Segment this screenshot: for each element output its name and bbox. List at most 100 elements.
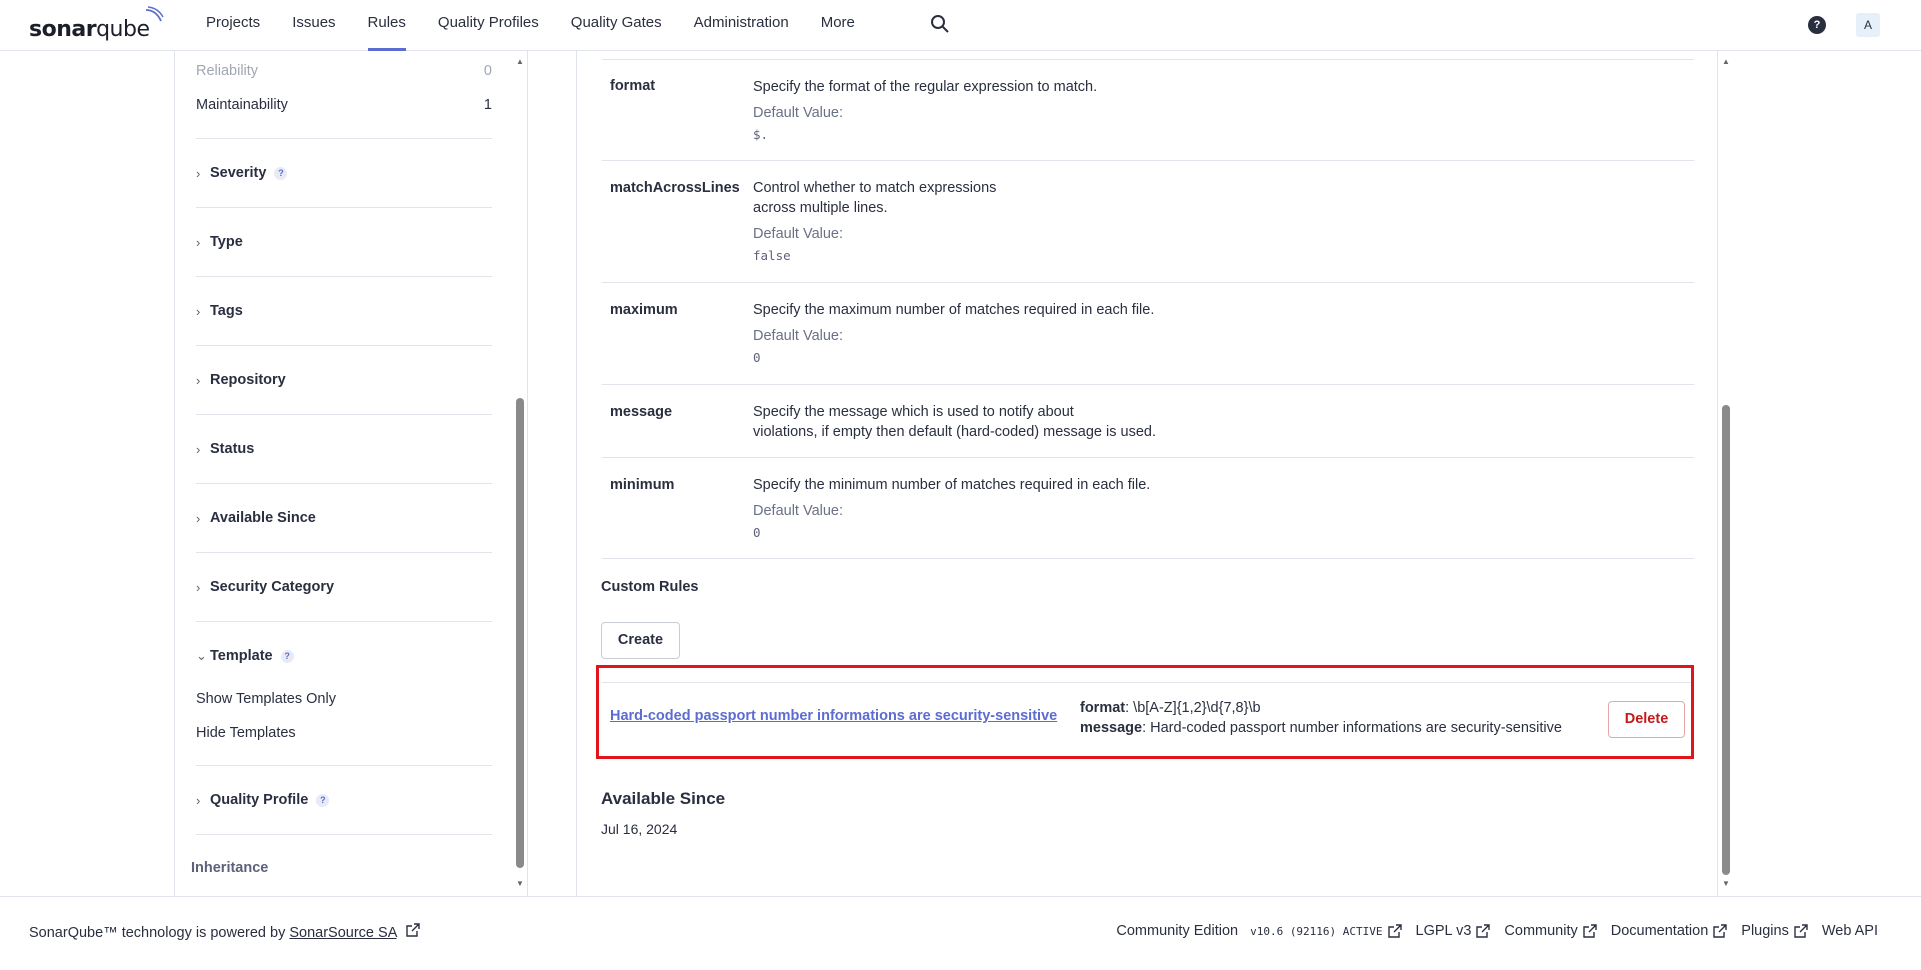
chevron-right-icon: › <box>196 372 201 388</box>
facet-maintainability-count: 1 <box>483 97 492 113</box>
facet-repository[interactable]: › Repository <box>196 345 492 414</box>
scroll-down-arrow-icon[interactable]: ▼ <box>1720 879 1732 889</box>
facet-quality-profile[interactable]: › Quality Profile ? <box>196 765 492 834</box>
create-custom-rule-button[interactable]: Create <box>601 622 680 659</box>
facet-template-label: Template <box>210 648 273 664</box>
chevron-down-icon: ⌄ <box>196 648 207 663</box>
param-row: message Specify the message which is use… <box>602 384 1694 457</box>
facet-divider <box>196 834 492 835</box>
footer-edition: Community Edition <box>1116 923 1239 939</box>
footer-link-community[interactable]: Community <box>1504 923 1597 939</box>
param-name: matchAcrossLines <box>610 180 740 196</box>
nav-quality-profiles[interactable]: Quality Profiles <box>422 0 555 51</box>
facet-type[interactable]: › Type <box>196 207 492 276</box>
param-description-line-2: across multiple lines. <box>753 200 888 216</box>
template-option-hide[interactable]: Hide Templates <box>196 725 296 741</box>
facet-maintainability[interactable]: Maintainability 1 <box>196 97 492 113</box>
help-icon[interactable]: ? <box>274 166 288 180</box>
custom-rules-title: Custom Rules <box>601 579 699 595</box>
chevron-right-icon: › <box>196 165 201 181</box>
logo-text-bold: sonar <box>29 17 97 42</box>
external-link-icon <box>405 923 420 937</box>
footer-link-web-api[interactable]: Web API <box>1822 923 1878 939</box>
footer-link-documentation-label: Documentation <box>1610 923 1709 939</box>
param-name: minimum <box>610 477 675 493</box>
param-description: Control whether to match expressions <box>753 180 997 196</box>
external-link-icon <box>1476 924 1491 938</box>
scroll-up-arrow-icon[interactable]: ▲ <box>1720 57 1732 67</box>
facet-security-category[interactable]: › Security Category <box>196 552 492 621</box>
facet-inheritance-label[interactable]: Inheritance <box>191 860 268 876</box>
param-row: minimum Specify the minimum number of ma… <box>602 457 1694 559</box>
search-icon[interactable] <box>930 14 950 34</box>
facet-type-label: Type <box>210 234 243 250</box>
param-name: maximum <box>610 302 678 318</box>
footer-link-documentation[interactable]: Documentation <box>1611 923 1728 939</box>
logo-waves-icon <box>145 6 164 22</box>
external-link-icon <box>1713 924 1727 938</box>
available-since-title: Available Since <box>601 789 726 808</box>
external-link-icon[interactable] <box>1387 924 1402 938</box>
nav-administration[interactable]: Administration <box>678 0 805 51</box>
highlight-box <box>596 665 1694 759</box>
help-icon[interactable]: ? <box>1808 16 1826 34</box>
facet-reliability-count: 0 <box>483 63 492 79</box>
facet-maintainability-label: Maintainability <box>196 97 288 113</box>
facet-reliability[interactable]: Reliability 0 <box>196 63 492 79</box>
rule-details-panel: format Specify the format of the regular… <box>576 51 1718 896</box>
param-description: Specify the maximum number of matches re… <box>753 302 1155 318</box>
footer-links: Community Edition v10.6 (92116) ACTIVE L… <box>1116 923 1878 939</box>
param-default-label: Default Value: <box>753 226 844 242</box>
footer: SonarQube™ technology is powered by Sona… <box>0 896 1921 970</box>
external-link-icon <box>1794 924 1808 938</box>
facet-status[interactable]: › Status <box>196 414 492 483</box>
facet-repository-label: Repository <box>210 372 286 388</box>
param-description: Specify the format of the regular expres… <box>753 79 1098 95</box>
facet-available-since-label: Available Since <box>210 510 316 526</box>
scroll-down-arrow-icon[interactable]: ▼ <box>514 879 526 889</box>
param-default-value: 0 <box>753 350 761 365</box>
param-description: Specify the minimum number of matches re… <box>753 477 1151 493</box>
facet-status-label: Status <box>210 441 255 457</box>
nav-more[interactable]: More <box>805 0 871 51</box>
param-row: maximum Specify the maximum number of ma… <box>602 282 1694 384</box>
external-link-icon <box>1583 924 1597 938</box>
param-default-value: $. <box>753 127 769 142</box>
sonarqube-logo[interactable]: sonarqube <box>29 6 164 42</box>
available-since-date: Jul 16, 2024 <box>601 821 678 837</box>
chevron-right-icon: › <box>196 303 201 319</box>
main-scrollbar[interactable]: ▲ ▼ <box>1720 55 1732 890</box>
help-icon[interactable]: ? <box>280 649 294 663</box>
param-default-value: 0 <box>753 525 761 540</box>
footer-version: v10.6 (92116) ACTIVE <box>1250 924 1383 938</box>
footer-link-plugins[interactable]: Plugins <box>1741 923 1808 939</box>
facet-tags[interactable]: › Tags <box>196 276 492 345</box>
template-option-show-only[interactable]: Show Templates Only <box>196 691 336 707</box>
footer-link-lgpl[interactable]: LGPL v3 <box>1416 923 1491 939</box>
nav-issues[interactable]: Issues <box>276 0 351 51</box>
nav-quality-gates[interactable]: Quality Gates <box>555 0 678 51</box>
footer-link-plugins-label: Plugins <box>1741 923 1789 939</box>
facet-severity[interactable]: › Severity ? <box>196 138 492 207</box>
facet-available-since[interactable]: › Available Since <box>196 483 492 552</box>
help-icon[interactable]: ? <box>316 793 330 807</box>
param-description: Specify the message which is used to not… <box>753 404 1074 420</box>
chevron-right-icon: › <box>196 234 201 250</box>
chevron-right-icon: › <box>196 510 201 526</box>
facet-template[interactable]: ⌄ Template ? <box>196 621 492 690</box>
main-scroll-thumb[interactable] <box>1722 405 1730 875</box>
top-navigation-bar: sonarqube Projects Issues Rules Quality … <box>0 0 1921 51</box>
filters-sidebar: Reliability 0 Maintainability 1 › Severi… <box>174 51 528 896</box>
sidebar-scrollbar[interactable]: ▲ ▼ <box>514 55 526 890</box>
footer-link-community-label: Community <box>1504 923 1578 939</box>
avatar[interactable]: A <box>1856 13 1880 37</box>
footer-powered-text: SonarQube™ technology is powered by <box>29 925 290 941</box>
scroll-up-arrow-icon[interactable]: ▲ <box>514 57 526 67</box>
sonarsource-link[interactable]: SonarSource SA <box>289 925 396 941</box>
sidebar-scroll-thumb[interactable] <box>516 398 524 868</box>
param-row: matchAcrossLines Control whether to matc… <box>602 160 1694 282</box>
facet-severity-label: Severity <box>210 165 267 181</box>
nav-rules[interactable]: Rules <box>352 0 422 51</box>
nav-projects[interactable]: Projects <box>190 0 276 51</box>
param-default-value: false <box>753 248 791 263</box>
